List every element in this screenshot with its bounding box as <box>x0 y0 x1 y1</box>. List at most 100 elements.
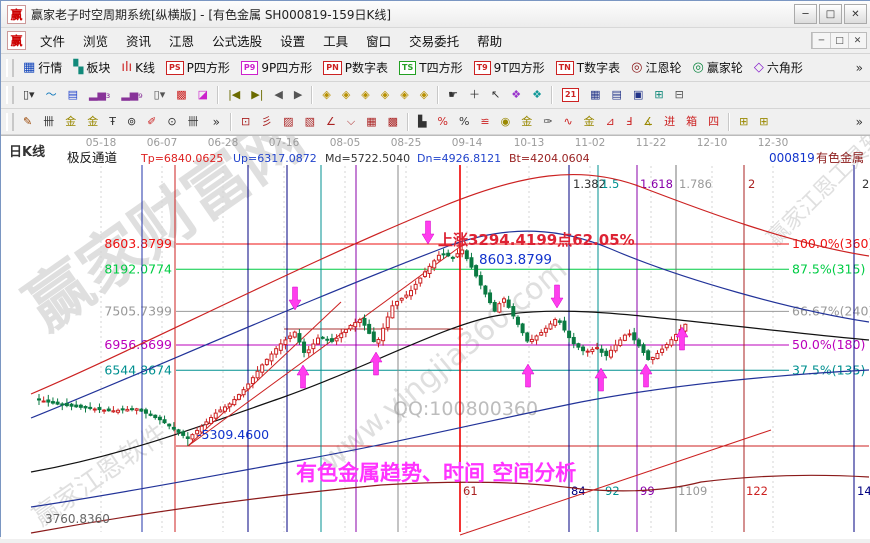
toolbar-overflow-chevron[interactable]: » <box>850 59 869 77</box>
menu-item-1[interactable]: 浏览 <box>74 28 117 53</box>
toolbar-overflow-chevron[interactable]: » <box>850 113 869 131</box>
kline-button[interactable]: ılıK线 <box>116 56 160 79</box>
comb-tool-button[interactable]: 卌 <box>38 112 59 132</box>
sectors-button[interactable]: ▚板块 <box>68 56 115 79</box>
color-chart-button[interactable]: ◪ <box>193 85 213 105</box>
yellow-grid-2-button[interactable]: ⊞ <box>754 112 773 132</box>
notes-button[interactable]: ▤ <box>607 85 627 105</box>
gann-net-teal-button[interactable]: ❖ <box>527 85 547 105</box>
single-candle-button[interactable]: ▯▾ <box>149 85 171 105</box>
bars-9-button[interactable]: ▂▅₉ <box>116 85 147 105</box>
diamond-left-button[interactable]: ◈ <box>317 85 335 105</box>
gold-line-2-button[interactable]: 金 <box>579 112 600 132</box>
calculator-button[interactable]: ▦ <box>585 85 605 105</box>
hexagon-button[interactable]: ◇六角形 <box>749 56 808 79</box>
info-panel-button[interactable]: ▤ <box>63 85 83 105</box>
menu-item-8[interactable]: 交易委托 <box>400 28 468 53</box>
child-restore-button[interactable]: □ <box>830 33 848 48</box>
hand-tool-button[interactable]: ☛ <box>443 85 463 105</box>
brush-red-button[interactable]: ✐ <box>142 112 161 132</box>
window-share-button[interactable]: ⊞ <box>649 85 668 105</box>
diamond-right-button[interactable]: ◈ <box>337 85 355 105</box>
j-angle-button[interactable]: ⊿ <box>601 112 620 132</box>
brush-tool-button[interactable]: ✎ <box>18 112 37 132</box>
f-angle-button[interactable]: Ⅎ <box>621 112 637 132</box>
spiral-9-button[interactable]: ⊚ <box>122 112 141 132</box>
quotes-button[interactable]: ▦行情 <box>18 56 67 79</box>
kline-style-button[interactable]: ▯▾ <box>18 85 40 105</box>
gann-net-purple-button[interactable]: ❖ <box>506 85 526 105</box>
diamond-all-button[interactable]: ◈ <box>395 85 413 105</box>
prev-button[interactable]: ◀ <box>269 85 287 105</box>
menu-item-0[interactable]: 文件 <box>31 28 74 53</box>
angle-lines-button[interactable]: ∠ <box>321 112 341 132</box>
close-button[interactable]: ✕ <box>844 4 867 24</box>
diamond-x-button[interactable]: ◈ <box>376 85 394 105</box>
kline-chart-panel[interactable]: 赢家财富网www.yingjia360.com赢家江恩软件赢家江恩工具软件QQ:… <box>1 135 870 539</box>
red-grid-2-button[interactable]: ▩ <box>383 112 403 132</box>
first-page-button[interactable]: |◀ <box>223 85 245 105</box>
menu-item-4[interactable]: 公式选股 <box>203 28 271 53</box>
minimize-button[interactable]: ─ <box>794 4 817 24</box>
toolbar-grip[interactable] <box>6 113 14 131</box>
ray-fan-button[interactable]: 彡 <box>256 112 277 132</box>
gold-comb-1-button[interactable]: 金 <box>60 112 81 132</box>
hand-tool-icon: ☛ <box>448 88 458 102</box>
save-button[interactable]: ▣ <box>628 85 648 105</box>
comb-2-button[interactable]: 卌 <box>183 112 204 132</box>
v-lines-button[interactable]: ⌵ <box>342 112 360 132</box>
t-table-button[interactable]: TNT数字表 <box>551 56 626 79</box>
box-rays-button[interactable]: ▨ <box>278 112 298 132</box>
box-net-button[interactable]: ▧ <box>300 112 320 132</box>
candle-pen-button[interactable]: ✑ <box>538 112 557 132</box>
pattern-red-button[interactable]: ▩ <box>171 85 191 105</box>
menu-item-2[interactable]: 资讯 <box>117 28 160 53</box>
print-button[interactable]: ⊟ <box>670 85 689 105</box>
toolbar-grip[interactable] <box>6 86 14 104</box>
four-angle-button[interactable]: 四 <box>703 112 724 132</box>
intraday-trend-button[interactable]: 〜 <box>41 85 62 105</box>
menu-item-7[interactable]: 窗口 <box>357 28 400 53</box>
yellow-grid-1-button[interactable]: ⊞ <box>734 112 753 132</box>
pct-strike-button[interactable]: % <box>432 112 452 132</box>
p-table-button[interactable]: PNP数字表 <box>318 56 393 79</box>
maximize-button[interactable]: □ <box>819 4 842 24</box>
f-comb-button[interactable]: Ŧ <box>104 112 121 132</box>
toolbar-overflow-chevron[interactable]: » <box>207 113 226 131</box>
diamond-v-button[interactable]: ◈ <box>415 85 433 105</box>
child-minimize-button[interactable]: ─ <box>812 33 830 48</box>
child-close-button[interactable]: ✕ <box>848 33 866 48</box>
next-button[interactable]: ▶ <box>289 85 307 105</box>
toolbar-grip[interactable] <box>6 59 14 77</box>
jin-angle-button[interactable]: 进 <box>659 112 680 132</box>
gold-lines-button[interactable]: 金 <box>516 112 537 132</box>
red-grid-1-button[interactable]: ▦ <box>361 112 381 132</box>
gold-comb-2-button[interactable]: 金 <box>82 112 103 132</box>
gann-wheel-button[interactable]: ◎江恩轮 <box>626 56 686 79</box>
menu-item-6[interactable]: 工具 <box>314 28 357 53</box>
gold-circle-button[interactable]: ◉ <box>496 112 516 132</box>
menu-item-3[interactable]: 江恩 <box>160 28 203 53</box>
bars-3-button[interactable]: ▂▅₃ <box>84 85 115 105</box>
winner-wheel-button[interactable]: ◎赢家轮 <box>687 56 747 79</box>
diamond-h-button[interactable]: ◈ <box>356 85 374 105</box>
last-page-button[interactable]: ▶| <box>246 85 268 105</box>
gold-angle-button[interactable]: ∡ <box>638 112 658 132</box>
menu-item-9[interactable]: 帮助 <box>468 28 511 53</box>
box-line-button[interactable]: ⊡ <box>236 112 255 132</box>
p-square-button[interactable]: PSP四方形 <box>161 56 235 79</box>
calendar-button[interactable]: 21 <box>557 85 584 105</box>
kline-chart[interactable]: 赢家财富网www.yingjia360.com赢家江恩软件赢家江恩工具软件QQ:… <box>1 136 870 539</box>
pct-lines-button[interactable]: ≌ <box>475 112 494 132</box>
9p-square-button[interactable]: P99P四方形 <box>236 56 317 79</box>
a-wave-button[interactable]: ∿ <box>558 112 577 132</box>
bar-steps-button[interactable]: ▙ <box>413 112 431 132</box>
9t-square-button[interactable]: T99T四方形 <box>469 56 550 79</box>
t-square-button[interactable]: TST四方形 <box>394 56 468 79</box>
clock-tool-button[interactable]: ⊙ <box>162 112 181 132</box>
crosshair-button[interactable]: ＋ <box>464 85 485 105</box>
pointer-button[interactable]: ↖ <box>486 85 505 105</box>
box-angle-button[interactable]: 箱 <box>681 112 702 132</box>
menu-item-5[interactable]: 设置 <box>271 28 314 53</box>
pct-button[interactable]: % <box>454 112 474 132</box>
